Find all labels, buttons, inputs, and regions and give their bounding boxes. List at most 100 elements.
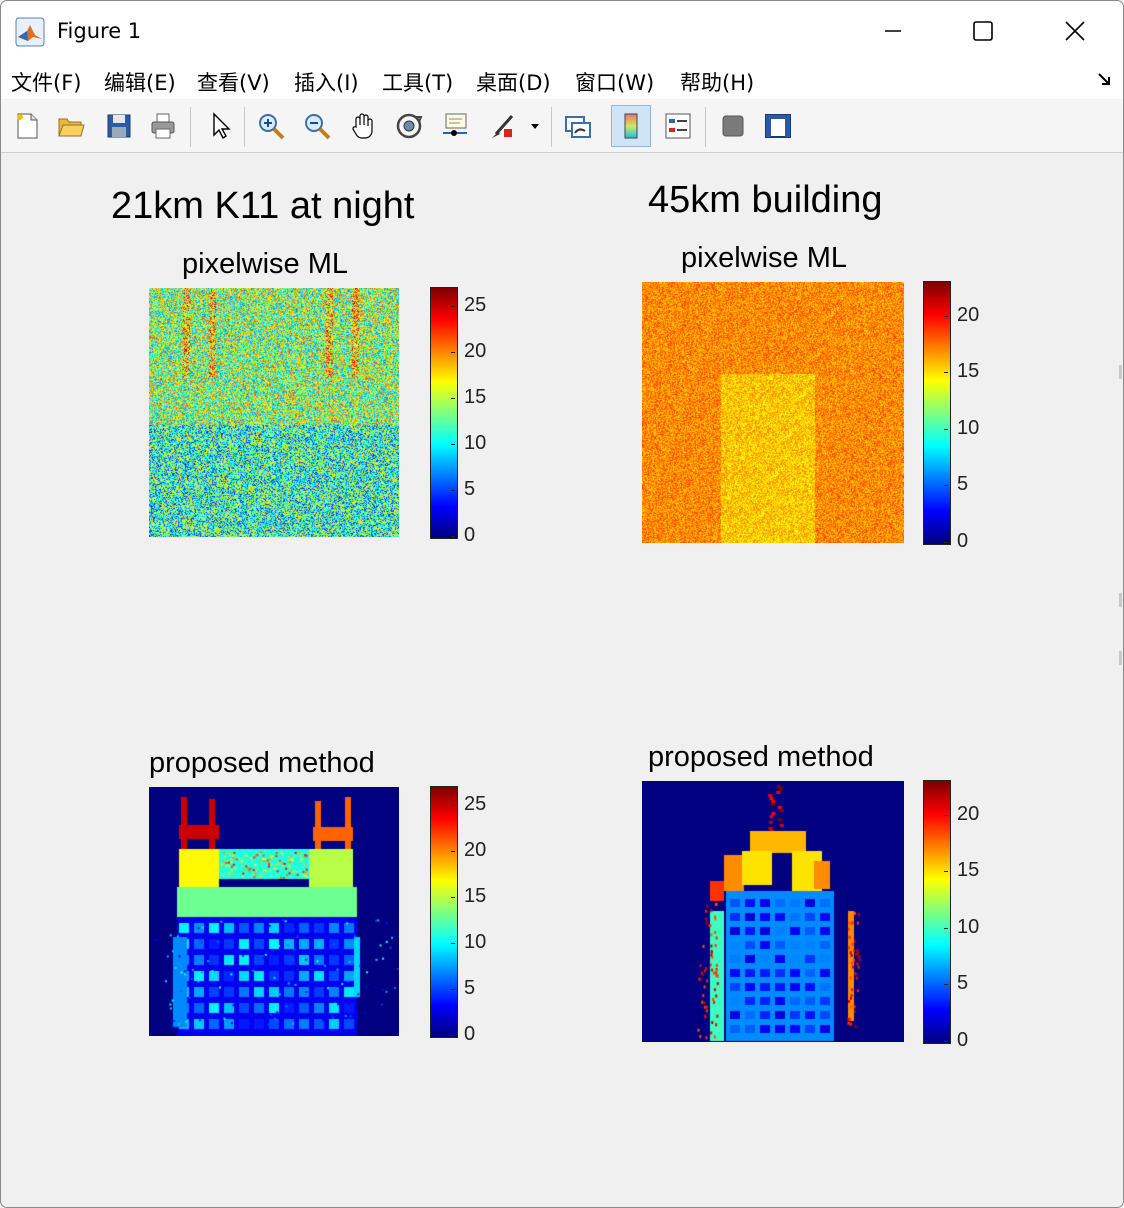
panel-2-title: pixelwise ML <box>681 242 847 274</box>
close-button[interactable] <box>1029 1 1121 61</box>
new-figure-button[interactable] <box>7 105 47 147</box>
colorbar-tick-mark <box>451 306 455 308</box>
link-plot-icon <box>565 116 591 138</box>
menu-view[interactable]: 查看(V) <box>197 67 270 97</box>
colorbar-tick-label: 0 <box>957 530 969 552</box>
save-button[interactable] <box>99 105 139 147</box>
suptitle-left: 21km K11 at night <box>111 185 415 227</box>
colorbar-3 <box>430 786 458 1038</box>
colorbar-tick-label: 10 <box>957 915 980 938</box>
zoom-in-icon <box>259 114 285 140</box>
heatmap-pixelwise-ml-k11 <box>149 288 399 537</box>
pointer-icon <box>213 112 231 140</box>
colorbar-tick-mark <box>451 352 455 354</box>
colorbar-tick-label: 25 <box>464 793 487 816</box>
brush-icon <box>492 115 514 138</box>
data-cursor-button[interactable] <box>435 105 475 147</box>
colorbar-tick-mark <box>451 989 455 991</box>
menu-tools[interactable]: 工具(T) <box>382 67 453 97</box>
colorbar-tick-mark <box>944 372 948 374</box>
hide-plot-tools-icon <box>722 115 744 137</box>
colorbar-tick-label: 10 <box>957 416 980 439</box>
zoom-out-icon <box>305 114 331 140</box>
colorbar-tick-label: 10 <box>464 432 487 455</box>
toolbar-separator <box>551 107 552 147</box>
colorbar-tick-mark <box>451 536 455 537</box>
colorbar-tick-label: 0 <box>464 524 476 546</box>
maximize-button[interactable] <box>937 1 1029 61</box>
rotate-3d-button[interactable] <box>389 105 429 147</box>
colorbar-tick-mark <box>944 814 948 816</box>
minimize-button[interactable] <box>847 1 939 61</box>
colorbar-tick-label: 15 <box>464 885 487 908</box>
show-plot-tools-icon <box>765 114 791 138</box>
colorbar-tick-label: 20 <box>957 303 980 326</box>
colorbar-tick-mark <box>451 444 455 446</box>
link-plot-button[interactable] <box>558 105 598 147</box>
close-icon <box>1065 21 1085 41</box>
menu-file[interactable]: 文件(F) <box>11 67 81 97</box>
colorbar-4 <box>923 780 951 1044</box>
menu-desktop[interactable]: 桌面(D) <box>476 67 551 97</box>
colorbar-tick-label: 0 <box>464 1023 476 1045</box>
heatmap-pixelwise-ml-building <box>642 282 904 543</box>
heatmap-proposed-building <box>642 781 904 1042</box>
show-plot-tools-button[interactable] <box>758 105 798 147</box>
colorbar-tick-mark <box>944 542 948 543</box>
colorbar-tick-mark <box>451 805 455 807</box>
print-button[interactable] <box>143 105 183 147</box>
colorbar-button[interactable] <box>611 105 651 147</box>
colorbar-tick-label: 0 <box>957 1029 969 1051</box>
brush-dropdown[interactable] <box>525 105 545 147</box>
colorbar-tick-label: 15 <box>957 360 980 383</box>
suptitle-right: 45km building <box>648 179 883 221</box>
matlab-icon <box>15 17 45 47</box>
colorbar-tick-label: 5 <box>957 473 969 496</box>
hide-plot-tools-button[interactable] <box>713 105 753 147</box>
colorbar-tick-mark <box>451 398 455 400</box>
menu-help[interactable]: 帮助(H) <box>680 67 754 97</box>
legend-button[interactable] <box>658 105 698 147</box>
minimize-icon <box>885 30 901 32</box>
brush-button[interactable] <box>483 105 523 147</box>
edge-marker <box>1119 365 1122 379</box>
colorbar-tick-mark <box>451 943 455 945</box>
colorbar-tick-label: 15 <box>957 859 980 882</box>
edge-marker <box>1119 651 1122 665</box>
panel-3-title: proposed method <box>149 747 375 779</box>
colorbar-icon <box>624 113 638 139</box>
toolbar-separator <box>190 107 191 147</box>
menu-edit[interactable]: 编辑(E) <box>104 67 176 97</box>
pan-icon <box>352 113 373 139</box>
colorbar-tick-label: 15 <box>464 386 487 409</box>
colorbar-tick-mark <box>451 1035 455 1036</box>
colorbar-tick-label: 10 <box>464 931 487 954</box>
menu-insert[interactable]: 插入(I) <box>294 67 359 97</box>
zoom-in-button[interactable] <box>251 105 291 147</box>
panel-4-title: proposed method <box>648 741 874 773</box>
colorbar-tick-mark <box>944 485 948 487</box>
dock-arrow-icon[interactable] <box>1097 72 1113 88</box>
colorbar-tick-label: 5 <box>464 478 476 501</box>
colorbar-tick-mark <box>944 927 948 929</box>
window-title: Figure 1 <box>57 19 142 43</box>
zoom-out-button[interactable] <box>297 105 337 147</box>
pointer-button[interactable] <box>199 105 239 147</box>
colorbar-tick-mark <box>944 1041 948 1042</box>
colorbar-tick-mark <box>451 851 455 853</box>
colorbar-tick-mark <box>944 984 948 986</box>
colorbar-tick-label: 20 <box>464 340 487 363</box>
panel-1-title: pixelwise ML <box>182 248 348 280</box>
open-file-button[interactable] <box>51 105 91 147</box>
legend-icon <box>665 113 691 139</box>
colorbar-tick-mark <box>944 315 948 317</box>
colorbar-tick-label: 20 <box>464 839 487 862</box>
chevron-down-icon <box>531 124 539 129</box>
colorbar-tick-label: 25 <box>464 294 487 317</box>
maximize-icon <box>973 21 993 41</box>
print-icon <box>151 113 175 139</box>
toolbar-separator <box>705 107 706 147</box>
pan-button[interactable] <box>343 105 383 147</box>
menu-window[interactable]: 窗口(W) <box>575 67 654 97</box>
colorbar-1 <box>430 287 458 539</box>
